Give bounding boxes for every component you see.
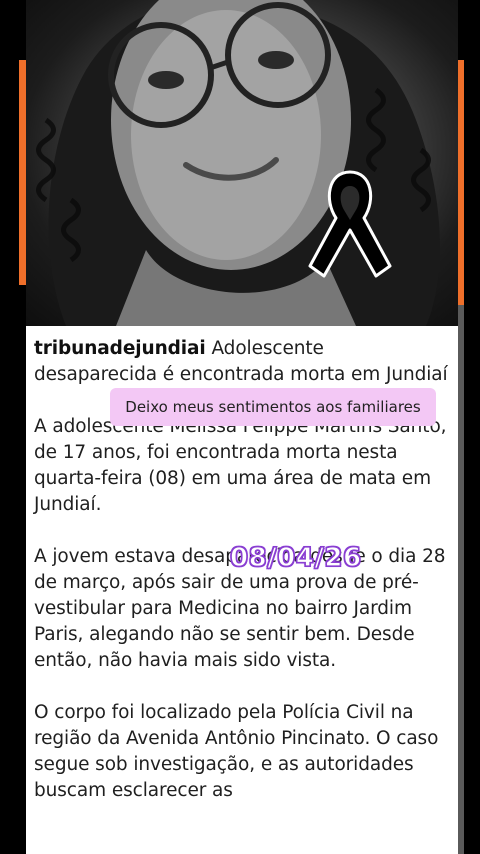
condolence-sticker: Deixo meus sentimentos aos familiares bbox=[110, 388, 436, 426]
post-photo bbox=[26, 0, 458, 326]
post-username[interactable]: tribunadejundiai bbox=[34, 338, 206, 359]
black-ribbon-icon bbox=[308, 170, 392, 278]
date-sticker: 08/04/26 bbox=[229, 542, 362, 573]
post-paragraph: O corpo foi localizado pela Polícia Civi… bbox=[34, 702, 439, 801]
post-card: tribunadejundiai Adolescente desaparecid… bbox=[26, 0, 458, 854]
post-headline: tribunadejundiai Adolescente desaparecid… bbox=[34, 336, 448, 388]
post-paragraph: A adolescente Melissa Felippe Martins Sa… bbox=[34, 416, 447, 515]
